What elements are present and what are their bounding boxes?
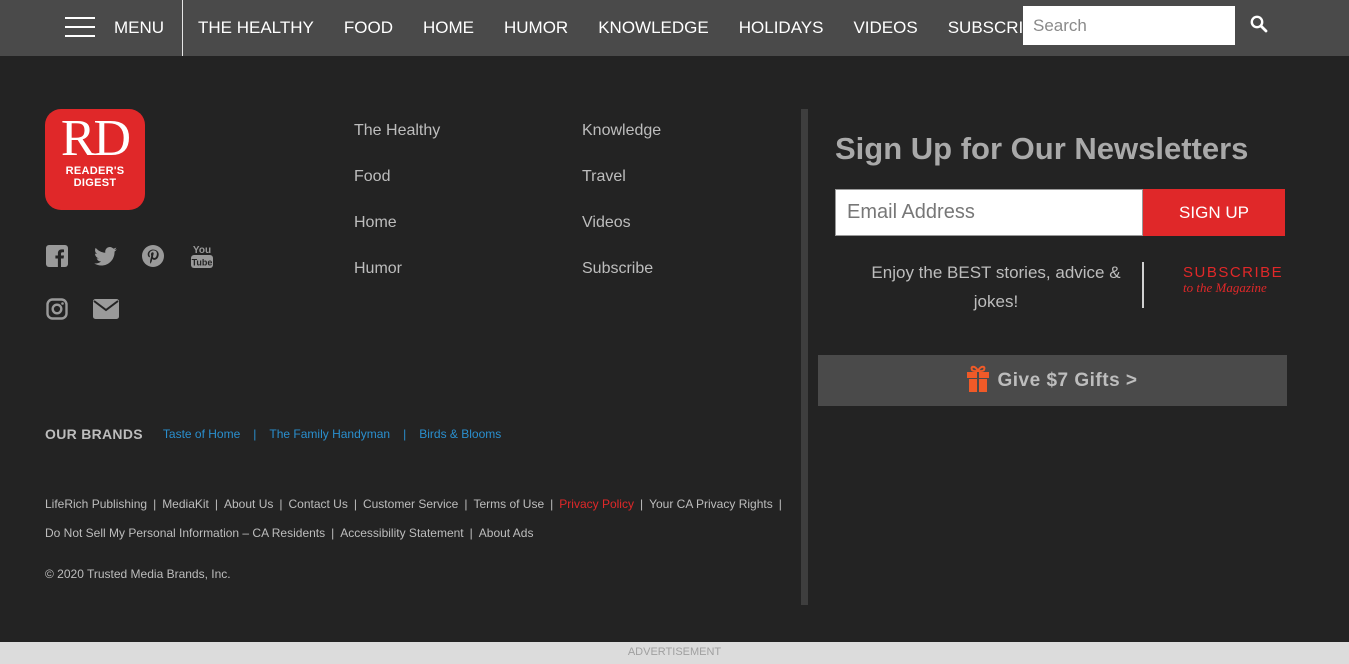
legal-link-about-us[interactable]: About Us bbox=[224, 497, 273, 511]
legal-separator: | bbox=[778, 497, 782, 511]
svg-text:You: You bbox=[193, 245, 211, 256]
legal-link-mediakit[interactable]: MediaKit bbox=[162, 497, 209, 511]
newsletter-title: Sign Up for Our Newsletters bbox=[835, 131, 1249, 166]
legal-separator: | bbox=[469, 526, 473, 540]
brand-link-taste-of-home[interactable]: Taste of Home bbox=[163, 427, 240, 441]
footer-link-travel[interactable]: Travel bbox=[582, 168, 661, 214]
brand-separator: | bbox=[253, 427, 257, 441]
readers-digest-logo[interactable]: RD READER'S DIGEST bbox=[45, 109, 145, 210]
legal-link-contact-us[interactable]: Contact Us bbox=[288, 497, 347, 511]
legal-links-row-1: LifeRich Publishing | MediaKit | About Us |… bbox=[45, 497, 788, 511]
footer-link-knowledge[interactable]: Knowledge bbox=[582, 122, 661, 168]
hamburger-menu-icon[interactable] bbox=[65, 17, 95, 37]
logo-line-1: READER'S bbox=[65, 165, 125, 177]
footer-link-videos[interactable]: Videos bbox=[582, 214, 661, 260]
tagline-divider bbox=[1142, 262, 1144, 308]
legal-separator: | bbox=[214, 497, 218, 511]
give-gifts-label: Give $7 Gifts > bbox=[997, 369, 1138, 391]
pinterest-icon[interactable] bbox=[142, 245, 164, 267]
youtube-icon[interactable]: You Tube bbox=[191, 243, 213, 269]
email-icon[interactable] bbox=[93, 299, 119, 319]
legal-link-terms-of-use[interactable]: Terms of Use bbox=[473, 497, 544, 511]
copyright-text: © 2020 Trusted Media Brands, Inc. bbox=[45, 567, 231, 581]
instagram-icon[interactable] bbox=[46, 298, 68, 320]
signup-button[interactable]: SIGN UP bbox=[1143, 189, 1285, 236]
facebook-icon[interactable] bbox=[46, 245, 68, 267]
legal-separator: | bbox=[353, 497, 357, 511]
nav-link-food[interactable]: FOOD bbox=[344, 18, 393, 38]
legal-link-accessibility[interactable]: Accessibility Statement bbox=[340, 526, 463, 540]
our-brands: OUR BRANDS Taste of Home | The Family Ha… bbox=[45, 426, 501, 442]
nav-link-humor[interactable]: HUMOR bbox=[504, 18, 568, 38]
top-nav: MENU THE HEALTHY FOOD HOME HUMOR KNOWLED… bbox=[0, 0, 1349, 56]
legal-separator: | bbox=[331, 526, 335, 540]
footer-link-subscribe[interactable]: Subscribe bbox=[582, 260, 661, 306]
search-input[interactable] bbox=[1023, 6, 1235, 45]
logo-mark: RD bbox=[60, 110, 131, 167]
legal-link-about-ads[interactable]: About Ads bbox=[479, 526, 534, 540]
nav-link-knowledge[interactable]: KNOWLEDGE bbox=[598, 18, 709, 38]
footer-column-right: Knowledge Travel Videos Subscribe bbox=[582, 122, 661, 306]
legal-link-privacy-policy[interactable]: Privacy Policy bbox=[559, 497, 634, 511]
legal-link-liferich[interactable]: LifeRich Publishing bbox=[45, 497, 147, 511]
legal-link-do-not-sell[interactable]: Do Not Sell My Personal Information – CA… bbox=[45, 526, 325, 540]
our-brands-label: OUR BRANDS bbox=[45, 426, 143, 442]
nav-link-home[interactable]: HOME bbox=[423, 18, 474, 38]
nav-divider bbox=[182, 0, 183, 56]
footer-link-food[interactable]: Food bbox=[354, 168, 440, 214]
logo-line-2: DIGEST bbox=[73, 177, 117, 189]
brand-link-family-handyman[interactable]: The Family Handyman bbox=[269, 427, 390, 441]
footer-link-the-healthy[interactable]: The Healthy bbox=[354, 122, 440, 168]
give-gifts-button[interactable]: Give $7 Gifts > bbox=[818, 355, 1287, 406]
twitter-icon[interactable] bbox=[94, 247, 117, 266]
legal-link-customer-service[interactable]: Customer Service bbox=[363, 497, 458, 511]
legal-separator: | bbox=[279, 497, 283, 511]
nav-links: THE HEALTHY FOOD HOME HUMOR KNOWLEDGE HO… bbox=[198, 18, 1076, 38]
newsletter-tagline: Enjoy the BEST stories, advice & jokes! bbox=[871, 263, 1121, 311]
search-icon[interactable] bbox=[1250, 15, 1270, 35]
nav-link-the-healthy[interactable]: THE HEALTHY bbox=[198, 18, 314, 38]
nav-link-holidays[interactable]: HOLIDAYS bbox=[739, 18, 824, 38]
legal-separator: | bbox=[464, 497, 468, 511]
nav-link-videos[interactable]: VIDEOS bbox=[853, 18, 917, 38]
brand-link-birds-blooms[interactable]: Birds & Blooms bbox=[419, 427, 501, 441]
footer-link-humor[interactable]: Humor bbox=[354, 260, 440, 306]
legal-separator: | bbox=[550, 497, 554, 511]
subscribe-magazine-link[interactable]: SUBSCRIBE to the Magazine bbox=[1183, 265, 1283, 295]
subscribe-magazine-line-2: to the Magazine bbox=[1183, 280, 1267, 295]
legal-separator: | bbox=[639, 497, 644, 511]
gift-icon bbox=[967, 364, 990, 397]
footer-link-home[interactable]: Home bbox=[354, 214, 440, 260]
svg-text:Tube: Tube bbox=[192, 258, 213, 268]
brand-separator: | bbox=[403, 427, 407, 441]
menu-button[interactable]: MENU bbox=[114, 18, 164, 38]
footer-vertical-divider bbox=[801, 109, 808, 605]
subscribe-magazine-line-1: SUBSCRIBE bbox=[1183, 264, 1284, 281]
footer-column-left: The Healthy Food Home Humor bbox=[354, 122, 440, 306]
legal-link-ca-privacy-rights[interactable]: Your CA Privacy Rights bbox=[649, 497, 773, 511]
advertisement-strip: ADVERTISEMENT bbox=[0, 642, 1349, 664]
legal-separator: | bbox=[153, 497, 157, 511]
email-field[interactable] bbox=[835, 189, 1143, 236]
legal-links-row-2: Do Not Sell My Personal Information – CA… bbox=[45, 526, 533, 540]
